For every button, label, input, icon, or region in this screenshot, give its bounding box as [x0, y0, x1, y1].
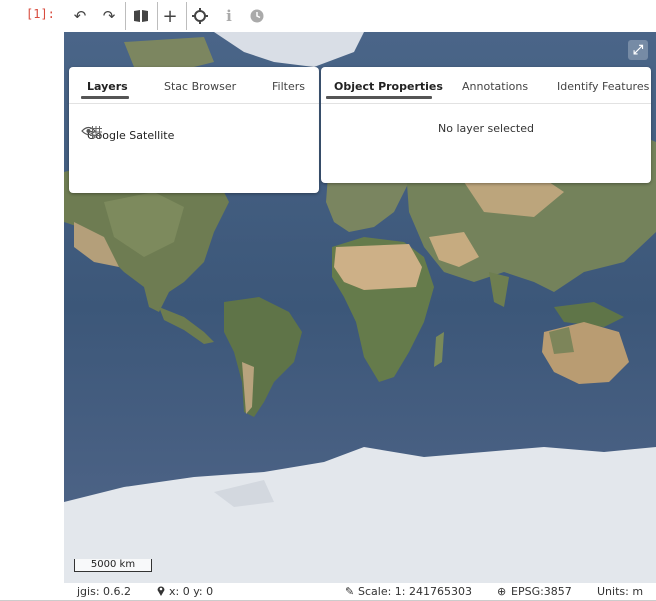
layer-item[interactable]: Google Satellite — [81, 126, 174, 144]
open-book-button[interactable] — [130, 6, 152, 26]
map-canvas[interactable]: ⤢ Layers Stac Browser Filters Google Sat… — [64, 32, 656, 583]
undo-button[interactable]: ↶ — [69, 6, 91, 26]
left-panel-tabs: Layers Stac Browser Filters — [69, 67, 319, 104]
pencil-icon: ✎ — [345, 585, 355, 598]
layers-panel: Layers Stac Browser Filters Google Satel… — [69, 67, 319, 193]
locate-button[interactable] — [189, 6, 211, 26]
clock-icon — [250, 9, 264, 23]
redo-button[interactable]: ↷ — [98, 6, 120, 26]
active-tab-indicator — [326, 96, 432, 99]
fullscreen-button[interactable]: ⤢ — [628, 40, 648, 60]
version-label: jgis: 0.6.2 — [77, 585, 132, 598]
toolbar-separator — [125, 2, 126, 30]
status-bar: jgis: 0.6.2 x: 0 y: 0 ✎ Scale: 1: 241765… — [64, 583, 656, 601]
tab-identify-features[interactable]: Identify Features — [557, 80, 649, 93]
crs-label: EPSG:3857 — [511, 585, 572, 598]
info-button[interactable]: i — [218, 6, 240, 26]
units-label: Units: m — [597, 585, 644, 598]
map-toolbar: ↶ ↷ + i — [64, 0, 656, 32]
plus-icon: + — [162, 5, 178, 27]
scale-bar: 5000 km — [74, 559, 152, 572]
cell-prompt: [1]: — [26, 7, 55, 21]
add-button[interactable]: + — [159, 5, 181, 27]
toolbar-separator — [186, 2, 187, 30]
tab-stac-browser[interactable]: Stac Browser — [164, 80, 236, 93]
expand-icon: ⤢ — [632, 42, 644, 58]
toolbar-separator — [157, 2, 158, 30]
cursor-coordinates: x: 0 y: 0 — [169, 585, 214, 598]
crosshair-icon — [192, 8, 208, 24]
tab-layers[interactable]: Layers — [87, 80, 128, 93]
tab-annotations[interactable]: Annotations — [462, 80, 528, 93]
tab-object-properties[interactable]: Object Properties — [334, 80, 443, 93]
active-tab-indicator — [81, 96, 129, 99]
info-icon: i — [226, 7, 232, 25]
globe-icon: ⊕ — [497, 585, 507, 598]
redo-icon: ↷ — [102, 7, 116, 25]
book-icon — [134, 10, 148, 22]
raster-layer-icon — [90, 126, 102, 138]
empty-state-message: No layer selected — [438, 122, 534, 135]
tab-filters[interactable]: Filters — [272, 80, 305, 93]
history-button[interactable] — [246, 6, 268, 26]
properties-panel: Object Properties Annotations Identify F… — [321, 67, 651, 183]
pin-icon — [157, 585, 165, 599]
right-panel-tabs: Object Properties Annotations Identify F… — [321, 67, 651, 104]
map-scale: Scale: 1: 241765303 — [358, 585, 472, 598]
undo-icon: ↶ — [73, 7, 87, 25]
